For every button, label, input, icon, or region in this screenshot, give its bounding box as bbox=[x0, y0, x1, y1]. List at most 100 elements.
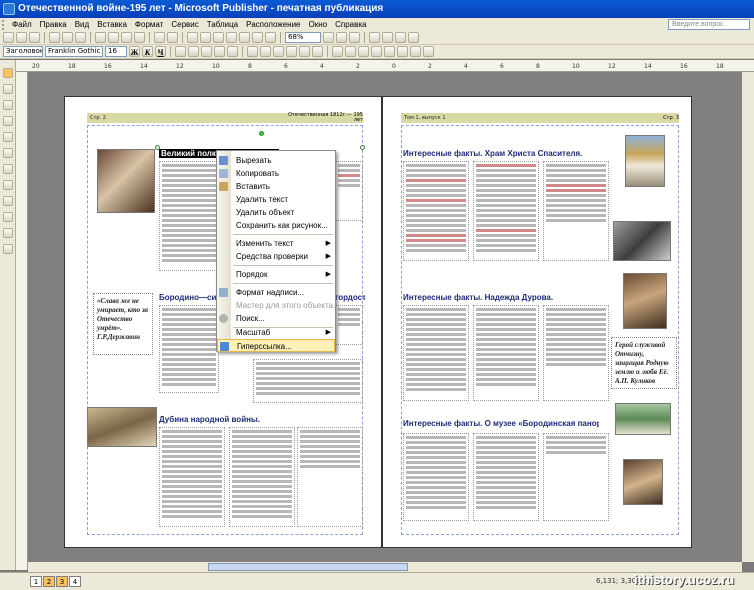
text-column[interactable] bbox=[473, 161, 539, 261]
increase-font-icon[interactable] bbox=[312, 46, 323, 57]
save-icon[interactable] bbox=[29, 32, 40, 43]
text-column[interactable] bbox=[543, 305, 609, 401]
vertical-ruler[interactable] bbox=[16, 72, 28, 570]
bullets-icon[interactable] bbox=[260, 46, 271, 57]
font-size-select[interactable]: 16 bbox=[105, 46, 127, 57]
form-control-icon[interactable] bbox=[2, 244, 13, 254]
insert-table-icon[interactable] bbox=[213, 32, 224, 43]
shadow-style-icon[interactable] bbox=[410, 46, 421, 57]
align-left-icon[interactable] bbox=[175, 46, 186, 57]
menu-item-proofing-tools[interactable]: Средства проверки ▶ bbox=[217, 250, 335, 263]
font-select[interactable]: Franklin Gothic Demi bbox=[45, 46, 103, 57]
arrow-style-icon[interactable] bbox=[397, 46, 408, 57]
increase-indent-icon[interactable] bbox=[286, 46, 297, 57]
kutuzov-portrait[interactable] bbox=[97, 149, 155, 213]
3d-icon[interactable] bbox=[408, 32, 419, 43]
line-tool-icon[interactable] bbox=[2, 148, 13, 158]
wordart-icon[interactable] bbox=[2, 116, 13, 126]
text-column[interactable] bbox=[297, 427, 363, 527]
menu-item-change-text[interactable]: Изменить текст ▶ bbox=[217, 237, 335, 250]
decrease-font-icon[interactable] bbox=[299, 46, 310, 57]
font-color-icon[interactable] bbox=[358, 46, 369, 57]
arrow-tool-icon[interactable] bbox=[2, 164, 13, 174]
heading-cathedral[interactable]: Интересные факты. Храм Христа Спасителя. bbox=[403, 149, 603, 158]
cathedral-demolition-photo[interactable] bbox=[613, 221, 671, 261]
hyperlink-icon[interactable] bbox=[239, 32, 250, 43]
menu-item-order[interactable]: Порядок ▶ bbox=[217, 268, 335, 281]
zoom-in-icon[interactable] bbox=[336, 32, 347, 43]
zoom-select[interactable]: 68% bbox=[285, 32, 321, 43]
align-center-icon[interactable] bbox=[188, 46, 199, 57]
line-color-icon[interactable] bbox=[345, 46, 356, 57]
menu-item-delete-object[interactable]: Удалить объект bbox=[217, 206, 335, 219]
page-tab-3[interactable]: 3 bbox=[56, 576, 68, 587]
text-column[interactable] bbox=[473, 305, 539, 401]
text-box-icon[interactable] bbox=[2, 84, 13, 94]
text-column[interactable] bbox=[403, 305, 469, 401]
print-icon[interactable] bbox=[49, 32, 60, 43]
menu-window[interactable]: Окно bbox=[305, 18, 332, 31]
text-column[interactable] bbox=[229, 427, 295, 527]
oval-tool-icon[interactable] bbox=[2, 180, 13, 190]
derzhavin-quote[interactable]: «Слава же не умирает, кто за Отечество у… bbox=[93, 293, 153, 355]
show-marks-icon[interactable] bbox=[265, 32, 276, 43]
text-column[interactable] bbox=[253, 359, 363, 403]
text-column[interactable] bbox=[159, 305, 219, 393]
menu-view[interactable]: Вид bbox=[71, 18, 93, 31]
hotspot-icon[interactable] bbox=[2, 228, 13, 238]
menu-tools[interactable]: Сервис bbox=[167, 18, 202, 31]
picture-frame-icon[interactable] bbox=[2, 132, 13, 142]
museum-photo[interactable] bbox=[615, 403, 671, 435]
roubaud-portrait[interactable] bbox=[623, 459, 663, 505]
menu-insert[interactable]: Вставка bbox=[93, 18, 131, 31]
redo-icon[interactable] bbox=[167, 32, 178, 43]
menu-file[interactable]: Файл bbox=[8, 18, 36, 31]
paste-icon[interactable] bbox=[121, 32, 132, 43]
menu-item-format-textbox[interactable]: Формат надписи... bbox=[217, 286, 335, 299]
undo-icon[interactable] bbox=[154, 32, 165, 43]
italic-button[interactable]: К bbox=[142, 46, 153, 57]
bring-front-icon[interactable] bbox=[187, 32, 198, 43]
distribute-icon[interactable] bbox=[227, 46, 238, 57]
horizontal-ruler[interactable]: 20 18 16 14 12 10 8 6 4 2 0 2 4 6 8 10 1… bbox=[16, 60, 754, 72]
columns-icon[interactable] bbox=[252, 32, 263, 43]
menu-item-hyperlink[interactable]: Гиперссылка... bbox=[217, 339, 335, 352]
menu-item-save-as-picture[interactable]: Сохранить как рисунок... bbox=[217, 219, 335, 232]
partisans-painting[interactable] bbox=[87, 407, 157, 447]
menu-help[interactable]: Справка bbox=[331, 18, 370, 31]
page-3[interactable]: Том 1, выпуск 1 Стр. 3 Интересные факты.… bbox=[382, 96, 692, 548]
select-objects-icon[interactable] bbox=[2, 68, 13, 78]
menu-edit[interactable]: Правка bbox=[36, 18, 71, 31]
rectangle-tool-icon[interactable] bbox=[2, 196, 13, 206]
scrollbar-thumb[interactable] bbox=[208, 563, 408, 571]
menu-item-delete-text[interactable]: Удалить текст bbox=[217, 193, 335, 206]
format-painter-icon[interactable] bbox=[134, 32, 145, 43]
underline-button[interactable]: Ч bbox=[155, 46, 166, 57]
text-column[interactable] bbox=[159, 427, 225, 527]
open-icon[interactable] bbox=[16, 32, 27, 43]
text-column[interactable] bbox=[335, 161, 363, 221]
selection-handle[interactable] bbox=[360, 145, 365, 150]
page-tab-1[interactable]: 1 bbox=[30, 576, 42, 587]
fill-color-icon[interactable] bbox=[332, 46, 343, 57]
justify-icon[interactable] bbox=[214, 46, 225, 57]
text-column[interactable] bbox=[543, 433, 609, 521]
print-preview-icon[interactable] bbox=[62, 32, 73, 43]
horizontal-scrollbar[interactable] bbox=[28, 562, 742, 572]
help-question-input[interactable]: Введите вопрос bbox=[668, 19, 750, 30]
text-column[interactable] bbox=[403, 161, 469, 261]
new-icon[interactable] bbox=[3, 32, 14, 43]
selection-handle[interactable] bbox=[155, 145, 160, 150]
line-icon[interactable] bbox=[382, 32, 393, 43]
menu-item-copy[interactable]: Копировать bbox=[217, 167, 335, 180]
table-frame-icon[interactable] bbox=[2, 100, 13, 110]
cathedral-photo[interactable] bbox=[625, 135, 665, 187]
3d-style-icon[interactable] bbox=[423, 46, 434, 57]
menu-item-paste[interactable]: Вставить bbox=[217, 180, 335, 193]
autoshapes-icon[interactable] bbox=[2, 212, 13, 222]
send-back-icon[interactable] bbox=[200, 32, 211, 43]
zoom-out-icon[interactable] bbox=[323, 32, 334, 43]
menu-format[interactable]: Формат bbox=[131, 18, 167, 31]
dash-style-icon[interactable] bbox=[384, 46, 395, 57]
heading-panorama-museum[interactable]: Интересные факты. О музее «Бородинская п… bbox=[403, 419, 599, 428]
